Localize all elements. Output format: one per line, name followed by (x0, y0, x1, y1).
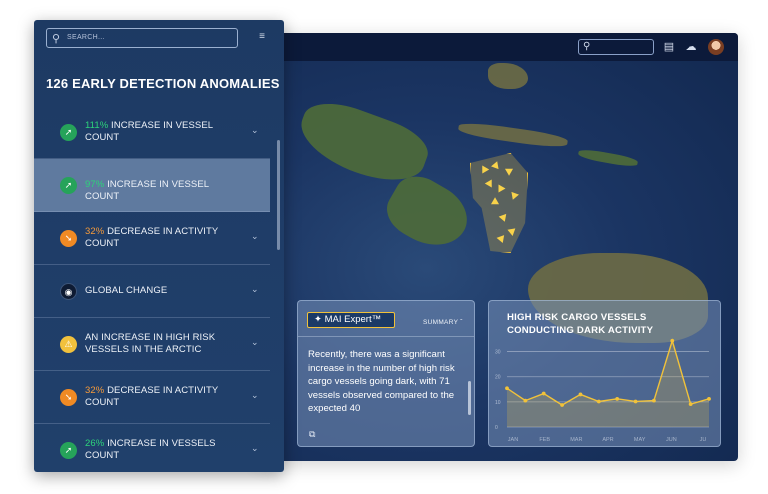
y-tick-label: 0 (495, 425, 498, 431)
sparkle-icon: ✦ (314, 314, 325, 325)
top-bar: ⚲ ▤ ☁ (258, 33, 738, 61)
x-tick-label: FEB (539, 437, 550, 443)
anomaly-text: DECREASE IN ACTIVITY COUNT (85, 385, 219, 408)
avatar[interactable] (708, 39, 724, 55)
data-point[interactable] (615, 396, 620, 401)
anomaly-text: GLOBAL CHANGE (85, 285, 168, 296)
anomaly-item[interactable]: ⚠ AN INCREASE IN HIGH RISK VESSELS IN THE… (34, 318, 270, 371)
data-point[interactable] (560, 403, 564, 407)
land-cuba (457, 120, 569, 150)
anomalies-panel: ⚲ SEARCH... ≡ 126 EARLY DETECTION ANOMAL… (34, 20, 284, 472)
warning-icon: ⚠ (60, 336, 77, 353)
anomaly-percent: 97% (85, 179, 105, 190)
x-tick-label: MAY (634, 437, 646, 443)
activity-down-icon: ➘ (60, 389, 77, 406)
chevron-down-icon: ˇ (460, 319, 463, 326)
anomaly-text: AN INCREASE IN HIGH RISK VESSELS IN THE … (85, 332, 216, 355)
y-tick-label: 10 (495, 400, 501, 406)
anomaly-text: INCREASE IN VESSELS COUNT (85, 438, 216, 461)
anomaly-item[interactable]: ◉ GLOBAL CHANGE ⌄ (34, 265, 270, 318)
chevron-down-icon[interactable]: ⌄ (251, 443, 259, 454)
app-screenshot: ⚲ ▤ ☁ ⚲ SEARCH... ≡ 126 EARLY DETECTION … (0, 0, 768, 494)
anomaly-percent: 32% (85, 226, 105, 237)
data-point[interactable] (505, 386, 509, 391)
anomaly-label: AN INCREASE IN HIGH RISK VESSELS IN THE … (85, 332, 245, 356)
anomaly-item[interactable]: ➚ 111% INCREASE IN VESSEL COUNT ⌄ (34, 106, 270, 159)
data-point[interactable] (578, 392, 583, 397)
expert-header: ✦ MAI Expert™ SUMMARY ˇ (298, 301, 474, 337)
vessel-up-icon: ➚ (60, 177, 77, 194)
anomaly-item[interactable]: ➘ 32% DECREASE IN ACTIVITY COUNT ⌄ (34, 371, 270, 424)
summary-label: SUMMARY (423, 319, 459, 326)
x-tick-label: JUN (666, 437, 677, 443)
land-florida (488, 63, 528, 89)
expert-scrollbar[interactable] (468, 381, 471, 415)
x-tick-label: JU (700, 437, 707, 443)
anomaly-label: 111% INCREASE IN VESSEL COUNT (85, 120, 245, 144)
messages-icon[interactable]: ▤ (662, 40, 676, 54)
data-point[interactable] (596, 399, 601, 404)
search-icon: ⚲ (583, 41, 591, 52)
anomaly-percent: 26% (85, 438, 105, 449)
panel-search-input[interactable]: ⚲ SEARCH... (46, 28, 238, 48)
search-icon: ⚲ (52, 33, 61, 45)
data-point[interactable] (670, 338, 675, 343)
summary-dropdown[interactable]: SUMMARY ˇ (423, 319, 463, 326)
anomaly-text: DECREASE IN ACTIVITY COUNT (85, 226, 219, 249)
x-tick-label: JAN (508, 437, 518, 443)
vessel-arrow-icon (498, 184, 506, 193)
vessel-up-icon: ➚ (60, 124, 77, 141)
filter-icon[interactable]: ≡ (256, 32, 268, 42)
search-placeholder: SEARCH... (67, 34, 105, 41)
vessel-arrow-icon (495, 233, 505, 244)
anomaly-label: 32% DECREASE IN ACTIVITY COUNT (85, 226, 245, 250)
data-point[interactable] (523, 398, 528, 403)
data-point[interactable] (541, 391, 546, 396)
mai-expert-label: MAI Expert™ (324, 314, 382, 325)
data-point[interactable] (633, 399, 638, 404)
chart-card: HIGH RISK CARGO VESSELS CONDUCTING DARK … (488, 300, 721, 447)
anomaly-item[interactable]: ➚ 97% INCREASE IN VESSEL COUNT (34, 159, 270, 212)
expert-summary-text: Recently, there was a significant increa… (308, 349, 455, 414)
anomaly-percent: 111% (85, 120, 109, 131)
anomaly-label: 97% INCREASE IN VESSEL COUNT (85, 179, 245, 203)
chevron-down-icon[interactable]: ⌄ (251, 337, 259, 348)
anomaly-list: ➚ 111% INCREASE IN VESSEL COUNT ⌄ ➚ 97% INCR… (34, 106, 270, 472)
chevron-down-icon[interactable]: ⌄ (251, 390, 259, 401)
data-point[interactable] (688, 402, 693, 407)
activity-down-icon: ➘ (60, 230, 77, 247)
anomaly-item[interactable]: ➘ 32% DECREASE IN ACTIVITY COUNT ⌄ (34, 212, 270, 265)
anomaly-label: 26% INCREASE IN VESSELS COUNT (85, 438, 245, 462)
data-point[interactable] (707, 396, 711, 401)
series-area (507, 340, 709, 427)
data-point[interactable] (652, 398, 656, 403)
globe-icon: ◉ (60, 283, 77, 300)
page-title: 126 EARLY DETECTION ANOMALIES (46, 76, 280, 91)
y-tick-label: 30 (495, 350, 501, 356)
bell-icon[interactable]: ☁ (684, 40, 698, 54)
panel-scrollbar[interactable] (277, 140, 280, 250)
top-search-input[interactable]: ⚲ (578, 39, 654, 55)
anomaly-item[interactable]: ➚ 26% INCREASE IN VESSELS COUNT ⌄ (34, 424, 270, 472)
y-tick-label: 20 (495, 375, 501, 381)
land-central-america (378, 167, 478, 259)
land-hispaniola (577, 147, 639, 169)
vessel-up-icon: ➚ (60, 442, 77, 459)
anomaly-label: 32% DECREASE IN ACTIVITY COUNT (85, 385, 245, 409)
chevron-down-icon[interactable]: ⌄ (251, 284, 259, 295)
vessel-arrow-icon (507, 228, 517, 237)
x-tick-label: MAR (570, 437, 582, 443)
chevron-down-icon[interactable]: ⌄ (251, 125, 259, 136)
anomaly-text: INCREASE IN VESSEL COUNT (85, 179, 209, 202)
dark-activity-chart: 30 20 10 0 JAN FEB MAR APR MAY JUN JU (495, 338, 711, 443)
mai-expert-card: ✦ MAI Expert™ SUMMARY ˇ Recently, there … (297, 300, 475, 447)
chevron-down-icon[interactable]: ⌄ (251, 231, 259, 242)
x-tick-label: APR (602, 437, 613, 443)
anomaly-label: GLOBAL CHANGE (85, 285, 245, 297)
anomaly-percent: 32% (85, 385, 105, 396)
copy-icon[interactable]: ⧉ (309, 429, 315, 440)
mai-expert-button[interactable]: ✦ MAI Expert™ (307, 312, 395, 328)
